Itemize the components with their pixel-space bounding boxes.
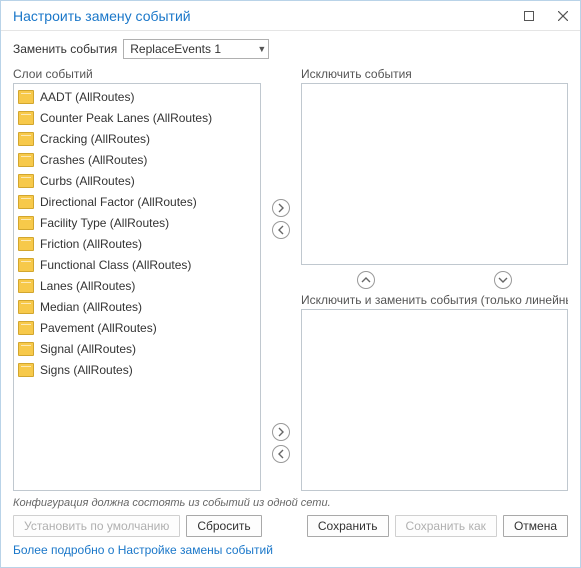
layer-icon bbox=[18, 153, 34, 167]
list-item[interactable]: Crashes (AllRoutes) bbox=[14, 149, 260, 170]
arrow-down-icon bbox=[498, 275, 508, 285]
list-item-label: Pavement (AllRoutes) bbox=[40, 321, 157, 335]
event-layers-list[interactable]: AADT (AllRoutes) Counter Peak Lanes (AllR… bbox=[13, 83, 261, 491]
list-item-label: Curbs (AllRoutes) bbox=[40, 174, 135, 188]
list-item[interactable]: Median (AllRoutes) bbox=[14, 296, 260, 317]
titlebar: Настроить замену событий bbox=[1, 1, 580, 31]
layer-icon bbox=[18, 363, 34, 377]
layer-icon bbox=[18, 174, 34, 188]
layer-icon bbox=[18, 195, 34, 209]
list-item[interactable]: Curbs (AllRoutes) bbox=[14, 170, 260, 191]
list-item[interactable]: Signal (AllRoutes) bbox=[14, 338, 260, 359]
layer-icon bbox=[18, 258, 34, 272]
exclude-events-list[interactable] bbox=[301, 83, 568, 265]
layer-icon bbox=[18, 237, 34, 251]
layer-icon bbox=[18, 300, 34, 314]
replace-events-label: Заменить события bbox=[13, 42, 117, 56]
maximize-icon bbox=[524, 11, 534, 21]
list-item[interactable]: Counter Peak Lanes (AllRoutes) bbox=[14, 107, 260, 128]
layer-icon bbox=[18, 216, 34, 230]
list-item-label: AADT (AllRoutes) bbox=[40, 90, 134, 104]
list-item[interactable]: Signs (AllRoutes) bbox=[14, 359, 260, 380]
list-item-label: Directional Factor (AllRoutes) bbox=[40, 195, 197, 209]
reset-button[interactable]: Сбросить bbox=[186, 515, 261, 537]
chevron-down-icon: ▼ bbox=[257, 44, 266, 54]
window-title: Настроить замену событий bbox=[13, 8, 512, 24]
list-item[interactable]: Cracking (AllRoutes) bbox=[14, 128, 260, 149]
list-item[interactable]: Friction (AllRoutes) bbox=[14, 233, 260, 254]
list-item-label: Functional Class (AllRoutes) bbox=[40, 258, 191, 272]
move-down-button[interactable] bbox=[494, 271, 512, 289]
layer-icon bbox=[18, 321, 34, 335]
list-item-label: Signal (AllRoutes) bbox=[40, 342, 136, 356]
arrow-left-icon bbox=[276, 225, 286, 235]
save-as-button[interactable]: Сохранить как bbox=[395, 515, 497, 537]
arrow-up-icon bbox=[361, 275, 371, 285]
exclude-events-label: Исключить события bbox=[301, 67, 568, 81]
list-item[interactable]: AADT (AllRoutes) bbox=[14, 86, 260, 107]
move-left-bottom-button[interactable] bbox=[272, 445, 290, 463]
dropdown-value: ReplaceEvents 1 bbox=[130, 42, 257, 56]
cancel-button[interactable]: Отмена bbox=[503, 515, 568, 537]
list-item-label: Facility Type (AllRoutes) bbox=[40, 216, 169, 230]
layer-icon bbox=[18, 111, 34, 125]
set-default-button[interactable]: Установить по умолчанию bbox=[13, 515, 180, 537]
save-button[interactable]: Сохранить bbox=[307, 515, 389, 537]
list-item[interactable]: Facility Type (AllRoutes) bbox=[14, 212, 260, 233]
list-item-label: Friction (AllRoutes) bbox=[40, 237, 142, 251]
exclude-replace-events-list[interactable] bbox=[301, 309, 568, 491]
move-up-button[interactable] bbox=[357, 271, 375, 289]
event-layers-label: Слои событий bbox=[13, 67, 261, 81]
list-item[interactable]: Pavement (AllRoutes) bbox=[14, 317, 260, 338]
list-item-label: Crashes (AllRoutes) bbox=[40, 153, 147, 167]
move-right-top-button[interactable] bbox=[272, 199, 290, 217]
layer-icon bbox=[18, 90, 34, 104]
close-icon bbox=[558, 11, 568, 21]
layer-icon bbox=[18, 342, 34, 356]
learn-more-link[interactable]: Более подробно о Настройке замены событи… bbox=[13, 541, 568, 563]
list-item-label: Cracking (AllRoutes) bbox=[40, 132, 150, 146]
arrow-right-icon bbox=[276, 203, 286, 213]
exclude-replace-events-label: Исключить и заменить события (только лин… bbox=[301, 293, 568, 307]
layer-icon bbox=[18, 279, 34, 293]
move-left-top-button[interactable] bbox=[272, 221, 290, 239]
list-item[interactable]: Functional Class (AllRoutes) bbox=[14, 254, 260, 275]
arrow-right-icon bbox=[276, 427, 286, 437]
layer-icon bbox=[18, 132, 34, 146]
list-item-label: Lanes (AllRoutes) bbox=[40, 279, 135, 293]
list-item-label: Counter Peak Lanes (AllRoutes) bbox=[40, 111, 212, 125]
list-item[interactable]: Lanes (AllRoutes) bbox=[14, 275, 260, 296]
arrow-left-icon bbox=[276, 449, 286, 459]
list-item-label: Median (AllRoutes) bbox=[40, 300, 142, 314]
close-button[interactable] bbox=[546, 1, 580, 30]
config-note: Конфигурация должна состоять из событий … bbox=[13, 497, 568, 509]
maximize-button[interactable] bbox=[512, 1, 546, 30]
list-item[interactable]: Directional Factor (AllRoutes) bbox=[14, 191, 260, 212]
replace-events-dropdown[interactable]: ReplaceEvents 1 ▼ bbox=[123, 39, 269, 59]
move-right-bottom-button[interactable] bbox=[272, 423, 290, 441]
list-item-label: Signs (AllRoutes) bbox=[40, 363, 133, 377]
